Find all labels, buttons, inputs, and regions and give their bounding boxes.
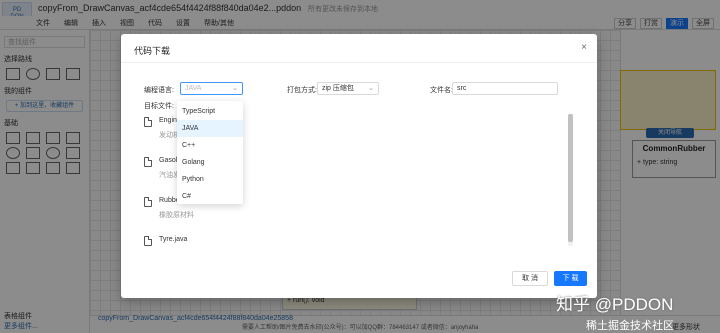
option-typescript[interactable]: TypeScript bbox=[177, 103, 243, 120]
package-select[interactable]: zip 压缩包 ⌄ bbox=[317, 82, 379, 95]
code-download-dialog: 代码下载 × 编程语言: JAVA ⌄ 打包方式: zip 压缩包 ⌄ 文件名:… bbox=[121, 34, 597, 298]
file-icon bbox=[144, 197, 152, 207]
cancel-button[interactable]: 取 消 bbox=[512, 271, 548, 286]
filename-input[interactable]: src bbox=[452, 82, 558, 95]
option-golang[interactable]: Golang bbox=[177, 154, 243, 171]
option-python[interactable]: Python bbox=[177, 171, 243, 188]
language-select[interactable]: JAVA ⌄ bbox=[180, 82, 243, 95]
file-icon bbox=[144, 117, 152, 127]
file-name: Tyre.java bbox=[159, 236, 188, 243]
option-csharp[interactable]: C# bbox=[177, 188, 243, 205]
scroll-thumb[interactable] bbox=[568, 114, 573, 242]
package-label: 打包方式: bbox=[287, 87, 317, 94]
language-label: 编程语言: bbox=[144, 87, 174, 94]
package-select-value: zip 压缩包 bbox=[322, 85, 354, 92]
download-button[interactable]: 下 载 bbox=[554, 271, 587, 286]
watermark-juejin: 稀土掘金技术社区 bbox=[586, 320, 674, 332]
dialog-divider bbox=[121, 62, 597, 63]
language-dropdown: TypeScript JAVA C++ Golang Python C# bbox=[177, 101, 243, 204]
dialog-title: 代码下载 bbox=[134, 46, 171, 56]
file-icon bbox=[144, 157, 152, 167]
option-java[interactable]: JAVA bbox=[177, 120, 243, 137]
watermark-zhihu: 知乎 @PDDON bbox=[556, 295, 674, 314]
file-desc: 橡胶原材料 bbox=[159, 212, 194, 219]
language-select-value: JAVA bbox=[185, 85, 202, 92]
target-files-label: 目标文件: bbox=[144, 103, 174, 110]
file-icon bbox=[144, 236, 152, 246]
chevron-down-icon: ⌄ bbox=[232, 85, 238, 92]
close-icon[interactable]: × bbox=[581, 42, 587, 53]
filename-label: 文件名: bbox=[430, 87, 453, 94]
chevron-down-icon: ⌄ bbox=[368, 85, 374, 92]
file-list-scrollbar[interactable] bbox=[568, 114, 573, 246]
option-cpp[interactable]: C++ bbox=[177, 137, 243, 154]
